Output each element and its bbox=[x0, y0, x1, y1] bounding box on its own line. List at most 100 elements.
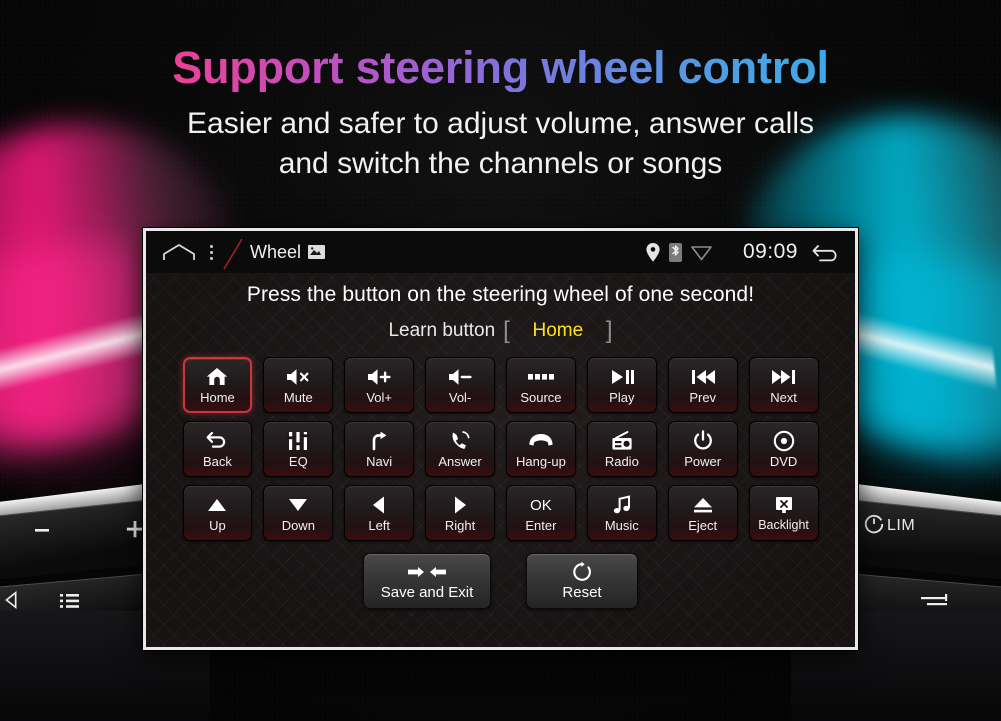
wheel-key-label: Right bbox=[444, 518, 476, 534]
wheel-key-next[interactable]: Next bbox=[748, 357, 819, 413]
wheel-key-label: Play bbox=[609, 390, 635, 406]
wheel-key-label: Back bbox=[202, 454, 232, 470]
reset-circular-arrow-icon bbox=[571, 561, 593, 583]
status-bar-right: 09:09 bbox=[646, 240, 841, 264]
disc-icon bbox=[773, 429, 795, 453]
subtitle-line-2: and switch the channels or songs bbox=[278, 147, 723, 181]
wheel-key-label: Up bbox=[209, 518, 226, 534]
wifi-icon bbox=[691, 244, 712, 261]
bracket-right: ] bbox=[605, 317, 613, 344]
wheel-key-grid: Home Mute Vol+ Vol- Source Play Prev Nex… bbox=[182, 357, 819, 541]
left-triangle-glyph-icon bbox=[5, 590, 17, 610]
phone-hangup-icon bbox=[527, 429, 555, 453]
learn-button-value: Home bbox=[532, 320, 584, 341]
wheel-key-down[interactable]: Down bbox=[263, 485, 334, 541]
home-icon bbox=[205, 365, 229, 389]
home-outline-icon[interactable] bbox=[162, 242, 196, 262]
seat-adjust-icon bbox=[921, 594, 948, 606]
equalizer-icon bbox=[286, 429, 310, 453]
arrow-up-icon bbox=[205, 493, 229, 517]
screen-title-text: Wheel bbox=[250, 241, 302, 262]
wheel-key-prev[interactable]: Prev bbox=[667, 357, 738, 413]
wheel-key-dvd[interactable]: DVD bbox=[748, 421, 819, 477]
save-exit-arrows-icon bbox=[404, 561, 450, 583]
save-and-exit-label: Save and Exit bbox=[380, 584, 474, 601]
arrow-right-icon bbox=[451, 493, 469, 517]
wheel-key-volume-up[interactable]: Vol+ bbox=[344, 357, 415, 413]
wheel-key-left[interactable]: Left bbox=[344, 485, 415, 541]
wheel-key-label: Source bbox=[520, 390, 562, 406]
wheel-key-label: DVD bbox=[769, 454, 798, 470]
wheel-key-navi[interactable]: Navi bbox=[344, 421, 415, 477]
wheel-key-up[interactable]: Up bbox=[182, 485, 253, 541]
bluetooth-icon bbox=[668, 242, 682, 262]
music-note-icon bbox=[611, 493, 633, 517]
wheel-key-play[interactable]: Play bbox=[586, 357, 657, 413]
next-icon bbox=[770, 365, 798, 389]
picture-icon bbox=[308, 245, 326, 259]
hw-label-lim: LIM bbox=[887, 517, 916, 534]
subtitle-line-1: Easier and safer to adjust volume, answe… bbox=[187, 107, 814, 140]
backlight-icon bbox=[773, 493, 795, 517]
phone-answer-icon bbox=[448, 429, 472, 453]
wheel-key-home[interactable]: Home bbox=[182, 357, 253, 413]
wheel-key-power[interactable]: Power bbox=[667, 421, 738, 477]
wheel-key-label: Radio bbox=[604, 454, 639, 470]
wheel-key-label: Music bbox=[604, 518, 639, 534]
arrow-down-icon bbox=[286, 493, 310, 517]
back-arrow-icon[interactable] bbox=[811, 241, 841, 263]
wheel-key-radio[interactable]: Radio bbox=[586, 421, 657, 477]
wheel-key-answer[interactable]: Answer bbox=[425, 421, 495, 477]
promo-stage: ES NCEL LIM Support steering wheel contr… bbox=[0, 0, 1001, 721]
wheel-key-label: Hang-up bbox=[516, 454, 566, 470]
previous-icon bbox=[689, 365, 717, 389]
wheel-key-label: Vol+ bbox=[366, 390, 393, 406]
wheel-key-label: EQ bbox=[288, 454, 308, 470]
wheel-key-eject[interactable]: Eject bbox=[667, 485, 738, 541]
minus-glyph-icon bbox=[35, 529, 49, 532]
wheel-key-backlight[interactable]: Backlight bbox=[748, 485, 819, 541]
page-subtitle: Easier and safer to adjust volume, answe… bbox=[0, 104, 1001, 184]
action-button-row: Save and Exit Reset bbox=[146, 553, 855, 609]
wheel-key-hangup[interactable]: Hang-up bbox=[506, 421, 576, 477]
learn-button-label: Learn button bbox=[388, 320, 496, 341]
wheel-key-mute[interactable]: Mute bbox=[263, 357, 334, 413]
navigation-icon bbox=[367, 429, 391, 453]
ok-text-icon: OK bbox=[530, 496, 552, 514]
play-pause-icon bbox=[608, 365, 636, 389]
wheel-key-label: Next bbox=[770, 390, 797, 406]
wheel-key-right[interactable]: Right bbox=[425, 485, 495, 541]
wheel-key-enter[interactable]: OK Enter bbox=[506, 485, 576, 541]
bracket-left: [ bbox=[503, 317, 510, 344]
wheel-key-music[interactable]: Music bbox=[586, 485, 657, 541]
location-pin-icon bbox=[646, 242, 660, 262]
eject-icon bbox=[691, 493, 715, 517]
reset-label: Reset bbox=[562, 584, 602, 601]
screen-title: Wheel bbox=[250, 241, 326, 263]
mute-icon bbox=[284, 365, 312, 389]
list-glyph-icon bbox=[60, 594, 79, 608]
reset-button[interactable]: Reset bbox=[526, 553, 638, 609]
wheel-key-source[interactable]: Source bbox=[506, 357, 576, 413]
head-unit-device: Wheel 09:09 Press the button on the stee… bbox=[143, 228, 858, 650]
wheel-key-label: Down bbox=[281, 518, 315, 534]
wheel-key-label: Vol- bbox=[448, 390, 472, 406]
back-icon bbox=[205, 429, 229, 453]
arrow-left-icon bbox=[370, 493, 388, 517]
device-screen: Wheel 09:09 Press the button on the stee… bbox=[146, 231, 855, 647]
wheel-key-label: Navi bbox=[366, 454, 393, 470]
wheel-key-back[interactable]: Back bbox=[182, 421, 253, 477]
wheel-key-volume-down[interactable]: Vol- bbox=[425, 357, 495, 413]
three-dots-vertical-icon[interactable] bbox=[202, 244, 220, 260]
wheel-key-eq[interactable]: EQ bbox=[263, 421, 334, 477]
save-and-exit-button[interactable]: Save and Exit bbox=[363, 553, 491, 609]
learn-button-row: Learn button [ Home ] bbox=[146, 319, 855, 343]
status-clock: 09:09 bbox=[742, 240, 798, 263]
instruction-text: Press the button on the steering wheel o… bbox=[246, 283, 755, 306]
wheel-key-label: Mute bbox=[283, 390, 313, 406]
main-content: Press the button on the steering wheel o… bbox=[146, 273, 855, 647]
power-icon bbox=[692, 429, 714, 453]
wheel-key-label: Prev bbox=[689, 390, 717, 406]
wheel-key-label: Backlight bbox=[758, 518, 809, 533]
status-bar: Wheel 09:09 bbox=[146, 231, 855, 273]
